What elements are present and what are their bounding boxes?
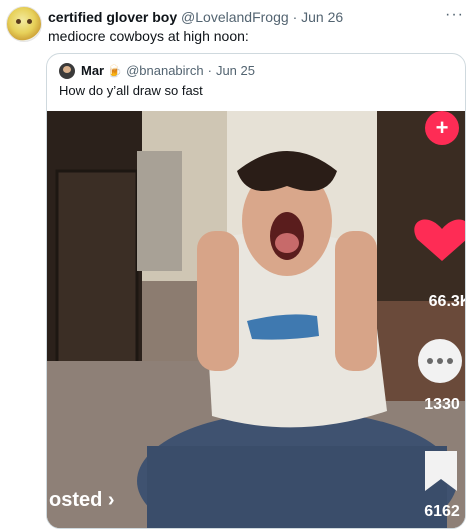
tweet-text: mediocre cowboys at high noon:: [48, 28, 249, 44]
quoted-header: Mar 🍺 @bnanabirch · Jun 25: [59, 63, 255, 79]
svg-text:+: +: [436, 115, 449, 140]
quoted-date[interactable]: Jun 25: [216, 63, 255, 79]
quoted-tweet[interactable]: Mar 🍺 @bnanabirch · Jun 25 How do y’all …: [46, 53, 466, 529]
likes-count: 66.3K: [429, 293, 465, 310]
quoted-avatar[interactable]: [59, 63, 75, 79]
author-avatar[interactable]: [6, 6, 42, 42]
tweet-date[interactable]: Jun 26: [301, 9, 343, 25]
saves-count: 6162: [424, 503, 460, 520]
quoted-text: How do y’all draw so fast: [59, 83, 203, 98]
video-frame: + 66.3K 1330 6162 osted ›: [47, 111, 465, 528]
posted-label: osted ›: [49, 489, 115, 511]
separator: ·: [292, 9, 298, 25]
tweet-header: certified glover boy @LovelandFrogg · Ju…: [48, 8, 343, 26]
separator: ·: [207, 63, 212, 78]
more-options-button[interactable]: ···: [445, 6, 464, 24]
quoted-handle[interactable]: @bnanabirch: [126, 63, 204, 79]
author-name[interactable]: certified glover boy: [48, 9, 177, 25]
comments-count: 1330: [424, 396, 460, 413]
avatar-eye: [27, 19, 32, 24]
video-media[interactable]: + 66.3K 1330 6162 osted ›: [47, 111, 465, 528]
quoted-author-name[interactable]: Mar: [81, 63, 104, 79]
author-handle[interactable]: @LovelandFrogg: [181, 9, 289, 25]
avatar-eye: [16, 19, 21, 24]
beer-mug-icon: 🍺: [107, 64, 123, 78]
